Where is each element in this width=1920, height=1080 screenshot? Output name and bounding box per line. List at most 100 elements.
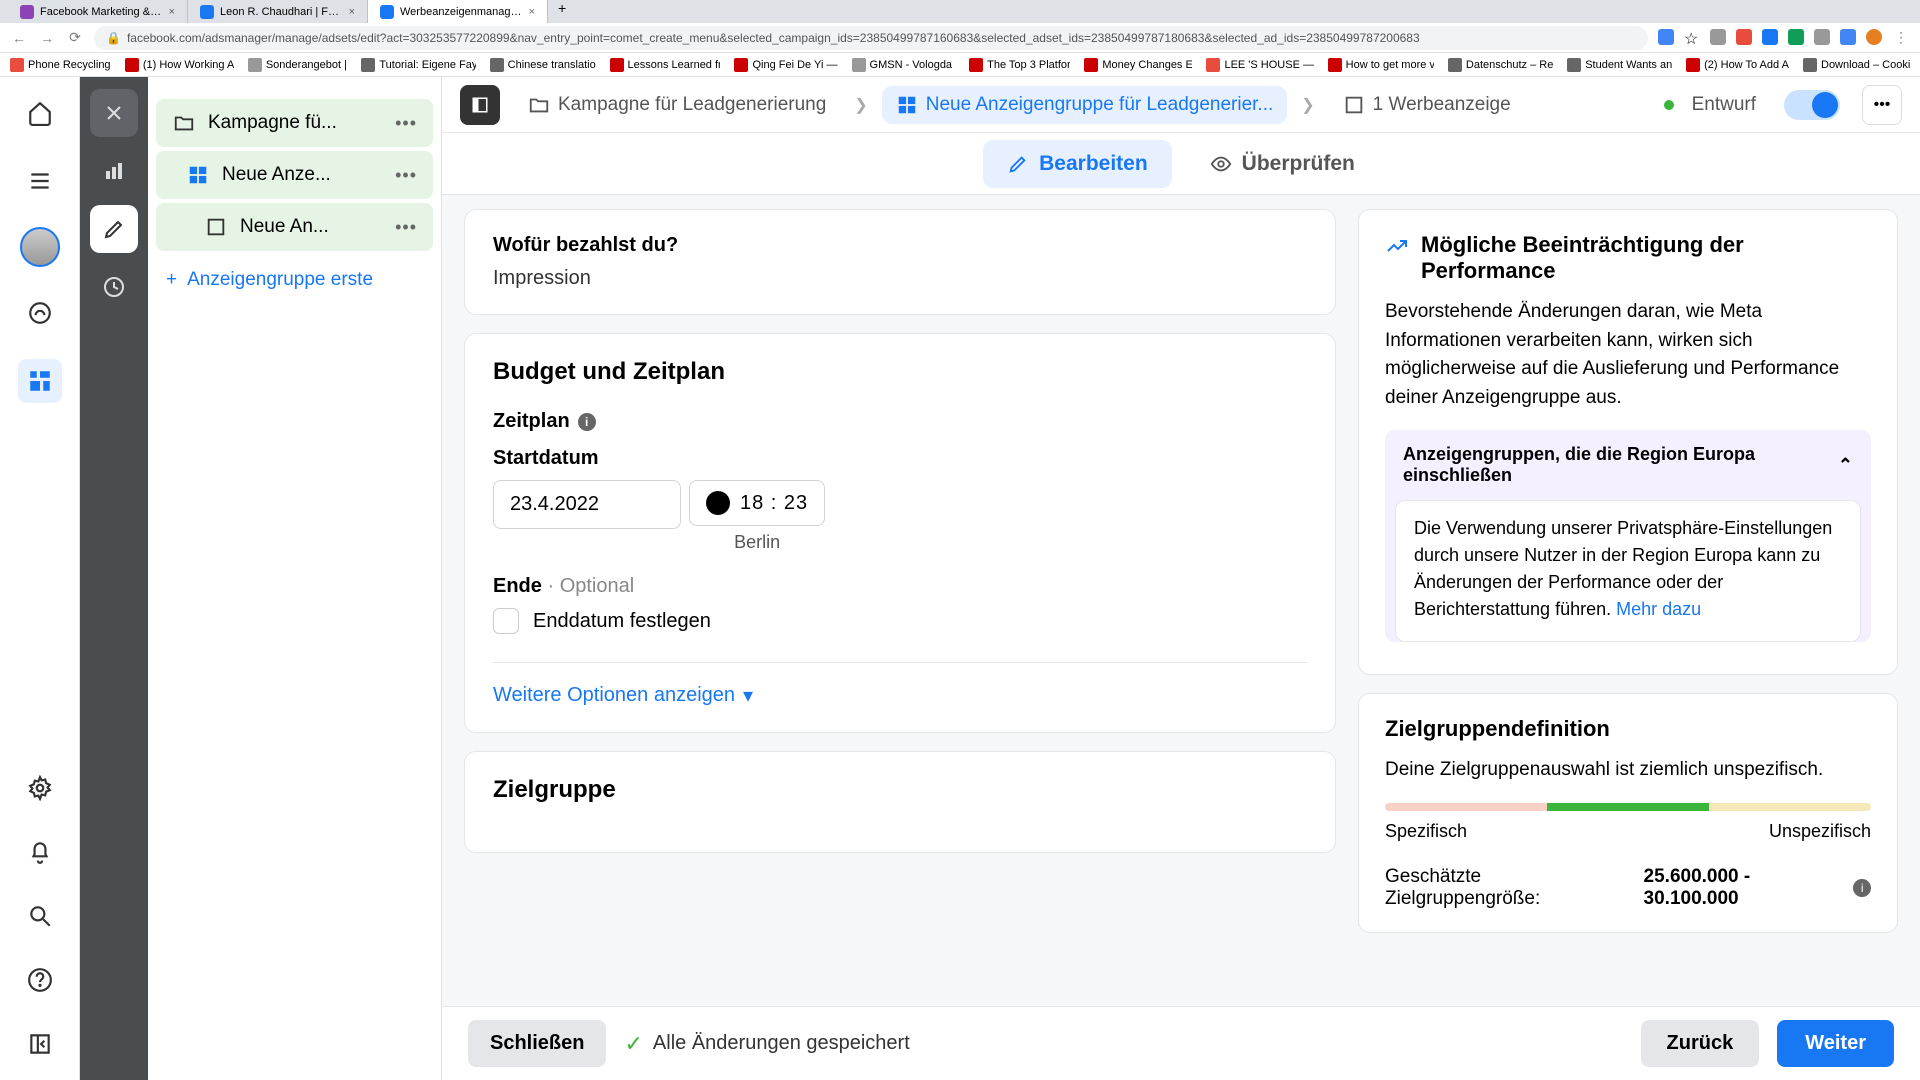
edit-nav-rail <box>80 77 148 1080</box>
end-date-checkbox[interactable] <box>493 608 519 634</box>
lock-icon: 🔒 <box>106 31 121 45</box>
accordion-header[interactable]: Anzeigengruppen, die die Region Europa e… <box>1385 430 1871 500</box>
search-icon[interactable] <box>18 894 62 938</box>
home-icon[interactable] <box>18 91 62 135</box>
bookmark[interactable]: Money Changes E... <box>1084 58 1192 72</box>
schedule-label: Zeitplan <box>493 410 570 433</box>
chevron-right-icon: ❯ <box>854 95 867 115</box>
extension-icon[interactable] <box>1658 29 1674 45</box>
bookmark[interactable]: The Top 3 Platfor... <box>969 58 1070 72</box>
info-icon[interactable]: i <box>1853 879 1871 897</box>
extension-icon[interactable] <box>1736 29 1752 45</box>
start-date-input[interactable] <box>493 480 681 529</box>
history-icon[interactable] <box>90 263 138 311</box>
avatar[interactable] <box>20 227 60 267</box>
browser-tab[interactable]: Facebook Marketing & Werbe... × <box>8 0 188 23</box>
footer-bar: Schließen ✓ Alle Änderungen gespeichert … <box>442 1006 1920 1080</box>
gauge-icon[interactable] <box>18 291 62 335</box>
extension-icon[interactable] <box>1840 29 1856 45</box>
learn-more-link[interactable]: Mehr dazu <box>1616 599 1701 619</box>
bookmark[interactable]: Datenschutz – Re... <box>1448 58 1553 72</box>
chevron-up-icon: ⌃ <box>1838 455 1853 476</box>
profile-icon[interactable] <box>1866 29 1882 45</box>
trend-icon <box>1385 234 1409 258</box>
bookmark[interactable]: How to get more v... <box>1328 58 1434 72</box>
edit-icon[interactable] <box>90 205 138 253</box>
breadcrumb-ad[interactable]: 1 Werbeanzeige <box>1329 86 1525 124</box>
close-icon[interactable]: × <box>349 6 355 18</box>
more-icon[interactable]: ••• <box>395 113 417 134</box>
back-button[interactable]: Zurück <box>1641 1020 1760 1067</box>
bell-icon[interactable] <box>18 830 62 874</box>
chevron-right-icon: ❯ <box>1301 95 1314 115</box>
global-nav-rail <box>0 77 80 1080</box>
start-date-label: Startdatum <box>493 447 1307 470</box>
close-icon[interactable] <box>90 89 138 137</box>
bookmarks-bar: Phone Recycling... (1) How Working A... … <box>0 53 1920 77</box>
url-bar[interactable]: 🔒 facebook.com/adsmanager/manage/adsets/… <box>94 26 1648 50</box>
browser-tab[interactable]: Leon R. Chaudhari | Facebook × <box>188 0 368 23</box>
bookmark[interactable]: GMSN - Vologda ... <box>852 58 956 72</box>
menu-icon[interactable] <box>18 159 62 203</box>
breadcrumb-campaign[interactable]: Kampagne für Leadgenerierung <box>514 86 840 124</box>
tree-item-adset[interactable]: Neue Anze... ••• <box>156 151 433 199</box>
estimate-label: Geschätzte Zielgruppengröße: <box>1385 866 1638 910</box>
start-time-input[interactable]: 18 : 23 <box>689 480 825 526</box>
grid-icon[interactable] <box>18 359 62 403</box>
extension-icon[interactable] <box>1814 29 1830 45</box>
favorite-icon[interactable]: ☆ <box>1684 29 1700 45</box>
help-icon[interactable] <box>18 958 62 1002</box>
refresh-icon[interactable]: ⟳ <box>66 29 84 47</box>
new-tab-button[interactable]: + <box>548 0 576 23</box>
bookmark[interactable]: Phone Recycling... <box>10 58 111 72</box>
bookmark[interactable]: Student Wants an... <box>1567 58 1672 72</box>
bookmark[interactable]: Sonderangebot |... <box>248 58 348 72</box>
facebook-icon[interactable] <box>1762 29 1778 45</box>
gauge-unspecific-label: Unspezifisch <box>1769 821 1871 842</box>
breadcrumb-adset[interactable]: Neue Anzeigengruppe für Leadgenerier... <box>882 86 1288 124</box>
status-dot-icon <box>1664 100 1674 110</box>
tree-item-ad[interactable]: Neue An... ••• <box>156 203 433 251</box>
plus-icon: + <box>166 269 177 291</box>
breadcrumb-bar: Kampagne für Leadgenerierung ❯ Neue Anze… <box>442 77 1920 133</box>
bookmark[interactable]: Qing Fei De Yi —... <box>734 58 837 72</box>
more-icon[interactable]: ⋮ <box>1892 29 1910 47</box>
bookmark[interactable]: Tutorial: Eigene Fay... <box>361 58 475 72</box>
payment-card: Wofür bezahlst du? Impression <box>464 209 1336 315</box>
more-icon[interactable]: ••• <box>395 217 417 238</box>
extension-icon[interactable] <box>1788 29 1804 45</box>
show-more-options-button[interactable]: Weitere Optionen anzeigen ▾ <box>493 683 1307 708</box>
check-icon: ✓ <box>624 1031 642 1057</box>
close-icon[interactable]: × <box>529 6 535 18</box>
bookmark[interactable]: Chinese translatio... <box>490 58 596 72</box>
more-button[interactable]: ••• <box>1862 85 1902 125</box>
chart-icon[interactable] <box>90 147 138 195</box>
close-button[interactable]: Schließen <box>468 1020 606 1067</box>
bookmark[interactable]: (1) How Working A... <box>125 58 234 72</box>
browser-tab[interactable]: Werbeanzeigenmanager - We... × <box>368 0 548 23</box>
back-icon[interactable]: ← <box>10 29 28 47</box>
tree-item-campaign[interactable]: Kampagne fü... ••• <box>156 99 433 147</box>
bookmark[interactable]: Download – Cooki... <box>1803 58 1910 72</box>
bookmark[interactable]: Lessons Learned fr... <box>610 58 721 72</box>
info-icon[interactable]: i <box>578 413 596 431</box>
bookmark[interactable]: LEE 'S HOUSE —... <box>1206 58 1313 72</box>
forward-icon[interactable]: → <box>38 29 56 47</box>
close-icon[interactable]: × <box>169 6 175 18</box>
tab-edit[interactable]: Bearbeiten <box>983 140 1172 188</box>
tab-review[interactable]: Überprüfen <box>1186 140 1379 188</box>
publish-toggle[interactable] <box>1784 90 1840 120</box>
more-icon[interactable]: ••• <box>395 165 417 186</box>
timezone-label: Berlin <box>689 532 825 553</box>
bookmark[interactable]: (2) How To Add A... <box>1686 58 1789 72</box>
audience-card: Zielgruppe <box>464 751 1336 853</box>
create-adgroup-button[interactable]: + Anzeigengruppe erste <box>148 255 441 305</box>
gear-icon[interactable] <box>18 766 62 810</box>
browser-toolbar: ← → ⟳ 🔒 facebook.com/adsmanager/manage/a… <box>0 23 1920 53</box>
browser-tabs-bar: Facebook Marketing & Werbe... × Leon R. … <box>0 0 1920 23</box>
extension-icon[interactable] <box>1710 29 1726 45</box>
next-button[interactable]: Weiter <box>1777 1020 1894 1067</box>
panel-toggle-icon[interactable] <box>460 85 500 125</box>
payment-title: Wofür bezahlst du? <box>493 234 1307 257</box>
collapse-icon[interactable] <box>18 1022 62 1066</box>
